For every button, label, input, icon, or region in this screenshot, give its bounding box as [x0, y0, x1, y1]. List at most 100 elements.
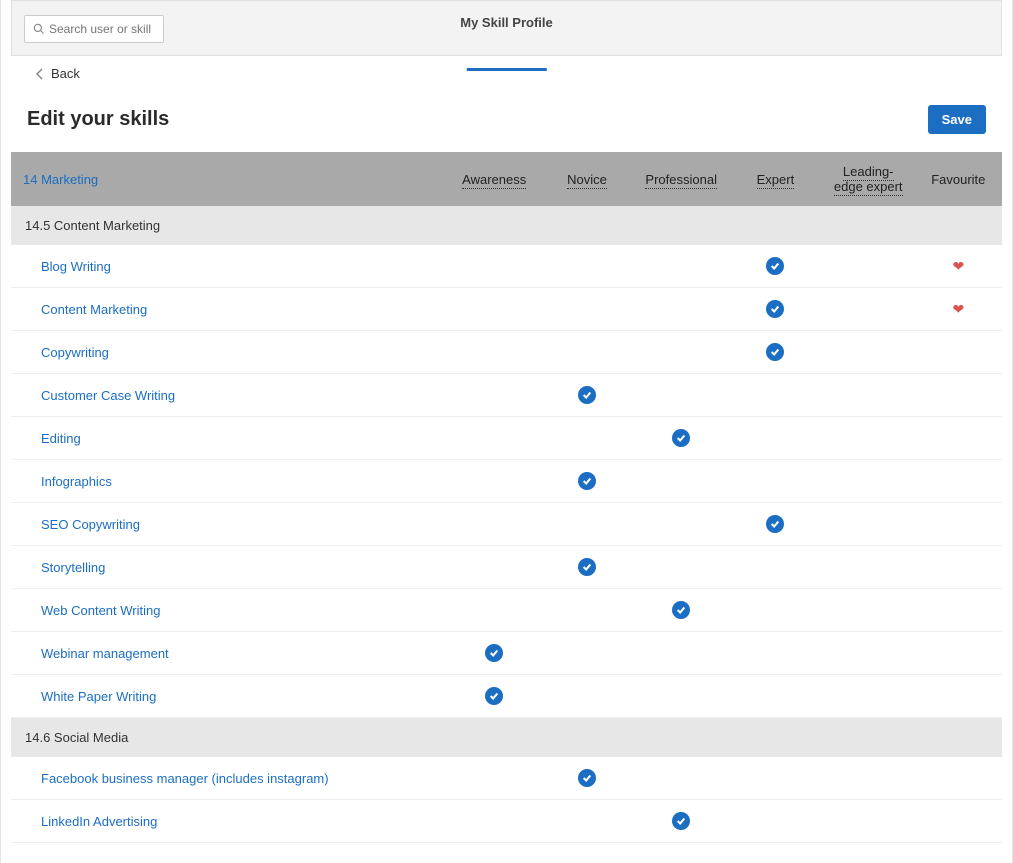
save-button[interactable]: Save	[928, 105, 986, 134]
level-cell[interactable]	[633, 245, 729, 288]
check-icon[interactable]	[485, 644, 503, 662]
level-cell[interactable]	[729, 460, 822, 503]
skill-link[interactable]: SEO Copywriting	[41, 517, 140, 532]
level-cell[interactable]	[448, 632, 541, 675]
check-icon[interactable]	[672, 601, 690, 619]
level-cell[interactable]	[541, 757, 634, 800]
skill-link[interactable]: Web Content Writing	[41, 603, 160, 618]
skill-link[interactable]: Copywriting	[41, 345, 109, 360]
level-cell[interactable]	[729, 331, 822, 374]
level-cell[interactable]	[448, 460, 541, 503]
skill-link[interactable]: Content Marketing	[41, 302, 147, 317]
level-cell[interactable]	[448, 331, 541, 374]
check-icon[interactable]	[766, 300, 784, 318]
level-cell[interactable]	[633, 757, 729, 800]
skill-link[interactable]: Webinar management	[41, 646, 169, 661]
level-header-expert[interactable]: Expert	[729, 152, 822, 206]
level-cell[interactable]	[541, 546, 634, 589]
level-cell[interactable]	[729, 675, 822, 718]
skill-link[interactable]: Customer Case Writing	[41, 388, 175, 403]
favourite-cell[interactable]	[915, 331, 1002, 374]
check-icon[interactable]	[766, 515, 784, 533]
level-cell[interactable]	[822, 589, 915, 632]
level-cell[interactable]	[822, 546, 915, 589]
level-cell[interactable]	[633, 503, 729, 546]
level-cell[interactable]	[822, 331, 915, 374]
level-cell[interactable]	[541, 417, 634, 460]
level-cell[interactable]	[729, 800, 822, 843]
search-input[interactable]	[49, 22, 155, 36]
level-cell[interactable]	[448, 589, 541, 632]
heart-icon[interactable]: ❤	[952, 258, 964, 274]
level-cell[interactable]	[448, 288, 541, 331]
skill-link[interactable]: Facebook business manager (includes inst…	[41, 771, 329, 786]
level-cell[interactable]	[822, 288, 915, 331]
check-icon[interactable]	[766, 257, 784, 275]
level-header-professional[interactable]: Professional	[633, 152, 729, 206]
level-cell[interactable]	[541, 800, 634, 843]
level-cell[interactable]	[822, 757, 915, 800]
level-cell[interactable]	[822, 800, 915, 843]
level-cell[interactable]	[729, 632, 822, 675]
level-cell[interactable]	[633, 675, 729, 718]
skill-link[interactable]: White Paper Writing	[41, 689, 156, 704]
level-cell[interactable]	[822, 675, 915, 718]
level-cell[interactable]	[729, 374, 822, 417]
level-cell[interactable]	[541, 460, 634, 503]
level-cell[interactable]	[541, 331, 634, 374]
level-cell[interactable]	[633, 800, 729, 843]
favourite-cell[interactable]	[915, 632, 1002, 675]
level-cell[interactable]	[633, 632, 729, 675]
level-cell[interactable]	[729, 503, 822, 546]
level-cell[interactable]	[448, 374, 541, 417]
level-cell[interactable]	[633, 288, 729, 331]
favourite-cell[interactable]	[915, 460, 1002, 503]
level-cell[interactable]	[633, 331, 729, 374]
level-cell[interactable]	[729, 589, 822, 632]
level-cell[interactable]	[541, 288, 634, 331]
level-cell[interactable]	[822, 503, 915, 546]
check-icon[interactable]	[578, 472, 596, 490]
level-cell[interactable]	[448, 675, 541, 718]
check-icon[interactable]	[578, 558, 596, 576]
level-cell[interactable]	[541, 503, 634, 546]
level-cell[interactable]	[729, 546, 822, 589]
level-cell[interactable]	[633, 417, 729, 460]
level-cell[interactable]	[541, 675, 634, 718]
level-cell[interactable]	[822, 417, 915, 460]
favourite-cell[interactable]	[915, 800, 1002, 843]
level-cell[interactable]	[448, 245, 541, 288]
favourite-cell[interactable]	[915, 374, 1002, 417]
skill-link[interactable]: Blog Writing	[41, 259, 111, 274]
level-header-awareness[interactable]: Awareness	[448, 152, 541, 206]
level-cell[interactable]	[729, 417, 822, 460]
skill-link[interactable]: LinkedIn Advertising	[41, 814, 157, 829]
search-box[interactable]	[24, 15, 164, 43]
level-cell[interactable]	[448, 546, 541, 589]
favourite-cell[interactable]	[915, 589, 1002, 632]
favourite-cell[interactable]: ❤	[915, 245, 1002, 288]
level-cell[interactable]	[729, 245, 822, 288]
level-cell[interactable]	[822, 245, 915, 288]
check-icon[interactable]	[672, 812, 690, 830]
favourite-cell[interactable]	[915, 503, 1002, 546]
level-cell[interactable]	[448, 800, 541, 843]
favourite-cell[interactable]	[915, 675, 1002, 718]
favourite-cell[interactable]	[915, 546, 1002, 589]
skill-link[interactable]: Infographics	[41, 474, 112, 489]
level-cell[interactable]	[729, 288, 822, 331]
level-cell[interactable]	[541, 245, 634, 288]
level-cell[interactable]	[448, 417, 541, 460]
level-cell[interactable]	[448, 503, 541, 546]
level-header-leading-edge[interactable]: Leading-edge expert	[822, 152, 915, 206]
heart-icon[interactable]: ❤	[952, 301, 964, 317]
favourite-cell[interactable]	[915, 417, 1002, 460]
level-cell[interactable]	[633, 546, 729, 589]
check-icon[interactable]	[485, 687, 503, 705]
level-cell[interactable]	[822, 374, 915, 417]
tab-my-skill-profile[interactable]: My Skill Profile	[460, 15, 552, 50]
level-cell[interactable]	[633, 374, 729, 417]
level-cell[interactable]	[633, 460, 729, 503]
level-cell[interactable]	[729, 757, 822, 800]
category-header[interactable]: 14 Marketing	[11, 152, 448, 206]
